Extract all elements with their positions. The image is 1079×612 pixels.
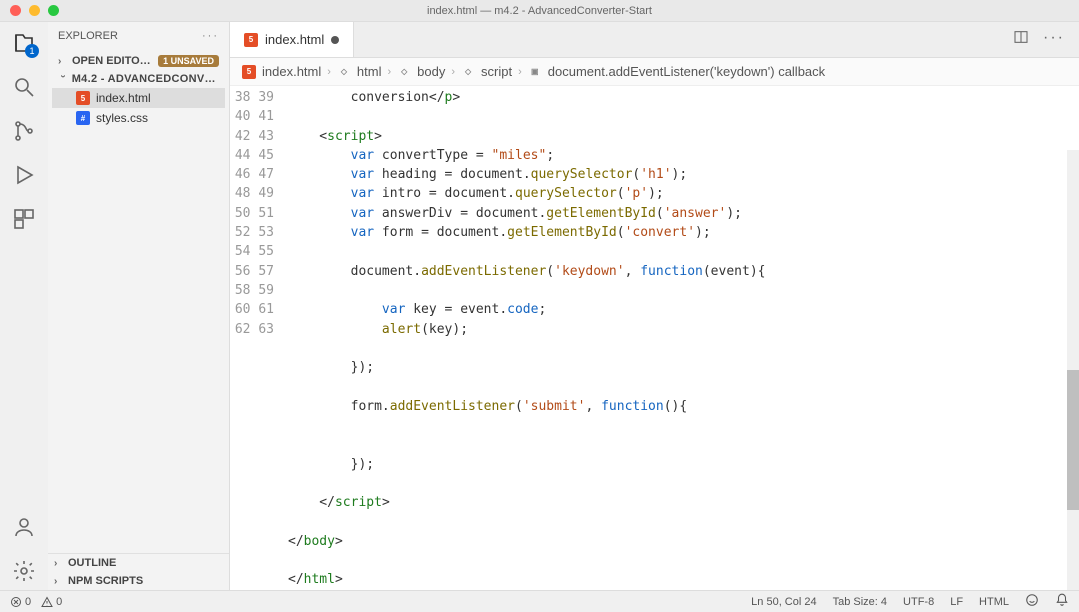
cursor-position[interactable]: Ln 50, Col 24: [751, 596, 816, 608]
modified-dot-icon: [331, 36, 339, 44]
explorer-icon[interactable]: 1: [11, 30, 37, 56]
split-editor-icon[interactable]: [1013, 29, 1029, 50]
code-content[interactable]: conversion</p> <script> var convertType …: [288, 86, 1079, 590]
html-file-icon: 5: [244, 33, 258, 47]
activity-bar: 1: [0, 22, 48, 590]
chevron-down-icon: ›: [57, 74, 68, 84]
run-debug-icon[interactable]: [11, 162, 37, 188]
editor-area: 5 index.html ··· 5 index.html › ◇ html ›…: [230, 22, 1079, 590]
tabs-bar: 5 index.html ···: [230, 22, 1079, 58]
chevron-right-icon: ›: [327, 66, 331, 78]
tab-size[interactable]: Tab Size: 4: [833, 596, 887, 608]
sidebar: EXPLORER ··· › OPEN EDITO… 1 UNSAVED › M…: [48, 22, 230, 590]
sidebar-more-icon[interactable]: ···: [202, 30, 219, 42]
breadcrumb-html[interactable]: html: [357, 64, 382, 79]
chevron-right-icon: ›: [451, 66, 455, 78]
window-title: index.html — m4.2 - AdvancedConverter-St…: [0, 5, 1079, 17]
file-item-index-html[interactable]: 5 index.html: [52, 88, 225, 108]
npm-scripts-label: NPM SCRIPTS: [68, 575, 143, 587]
source-control-icon[interactable]: [11, 118, 37, 144]
file-name: styles.css: [96, 111, 148, 125]
file-name: index.html: [96, 91, 151, 105]
feedback-icon[interactable]: [1025, 593, 1039, 610]
notifications-bell-icon[interactable]: [1055, 593, 1069, 610]
more-actions-icon[interactable]: ···: [1043, 29, 1065, 50]
breadcrumb-script[interactable]: script: [481, 64, 512, 79]
tag-icon: ◇: [461, 65, 475, 79]
eol[interactable]: LF: [950, 596, 963, 608]
sidebar-header: EXPLORER ···: [48, 22, 229, 50]
status-bar: 0 0 Ln 50, Col 24 Tab Size: 4 UTF-8 LF H…: [0, 590, 1079, 612]
search-icon[interactable]: [11, 74, 37, 100]
chevron-right-icon: ›: [387, 66, 391, 78]
html-file-icon: 5: [242, 65, 256, 79]
breadcrumb-callback[interactable]: document.addEventListener('keydown') cal…: [548, 64, 825, 79]
code-editor[interactable]: 38 39 40 41 42 43 44 45 46 47 48 49 50 5…: [230, 86, 1079, 590]
warnings-count[interactable]: 0: [41, 596, 62, 608]
account-icon[interactable]: [11, 514, 37, 540]
breadcrumb-body[interactable]: body: [417, 64, 445, 79]
breadcrumb[interactable]: 5 index.html › ◇ html › ◇ body › ◇ scrip…: [230, 58, 1079, 86]
scrollbar-thumb[interactable]: [1067, 370, 1079, 510]
extensions-icon[interactable]: [11, 206, 37, 232]
open-editors-section[interactable]: › OPEN EDITO… 1 UNSAVED: [52, 52, 225, 70]
tab-label: index.html: [265, 32, 324, 47]
css-file-icon: #: [76, 111, 90, 125]
errors-count[interactable]: 0: [10, 596, 31, 608]
scrollbar-track[interactable]: [1067, 150, 1079, 590]
chevron-right-icon: ›: [518, 66, 522, 78]
folder-label: M4.2 - ADVANCEDCONVE…: [72, 73, 219, 85]
chevron-right-icon: ›: [58, 56, 68, 67]
breadcrumb-file[interactable]: index.html: [262, 64, 321, 79]
outline-label: OUTLINE: [68, 557, 116, 569]
file-item-styles-css[interactable]: # styles.css: [52, 108, 225, 128]
explorer-badge: 1: [25, 44, 39, 58]
unsaved-badge: 1 UNSAVED: [158, 55, 219, 67]
chevron-right-icon: ›: [54, 576, 64, 587]
window-titlebar: index.html — m4.2 - AdvancedConverter-St…: [0, 0, 1079, 22]
encoding[interactable]: UTF-8: [903, 596, 934, 608]
sidebar-title: EXPLORER: [58, 30, 118, 42]
cube-icon: ▣: [528, 65, 542, 79]
line-gutter: 38 39 40 41 42 43 44 45 46 47 48 49 50 5…: [230, 86, 288, 590]
outline-section[interactable]: › OUTLINE: [48, 554, 229, 572]
folder-section[interactable]: › M4.2 - ADVANCEDCONVE…: [52, 70, 225, 88]
tag-icon: ◇: [397, 65, 411, 79]
language-mode[interactable]: HTML: [979, 596, 1009, 608]
chevron-right-icon: ›: [54, 558, 64, 569]
open-editors-label: OPEN EDITO…: [72, 55, 154, 67]
html-file-icon: 5: [76, 91, 90, 105]
tab-index-html[interactable]: 5 index.html: [230, 22, 354, 57]
tag-icon: ◇: [337, 65, 351, 79]
settings-gear-icon[interactable]: [11, 558, 37, 584]
npm-scripts-section[interactable]: › NPM SCRIPTS: [48, 572, 229, 590]
